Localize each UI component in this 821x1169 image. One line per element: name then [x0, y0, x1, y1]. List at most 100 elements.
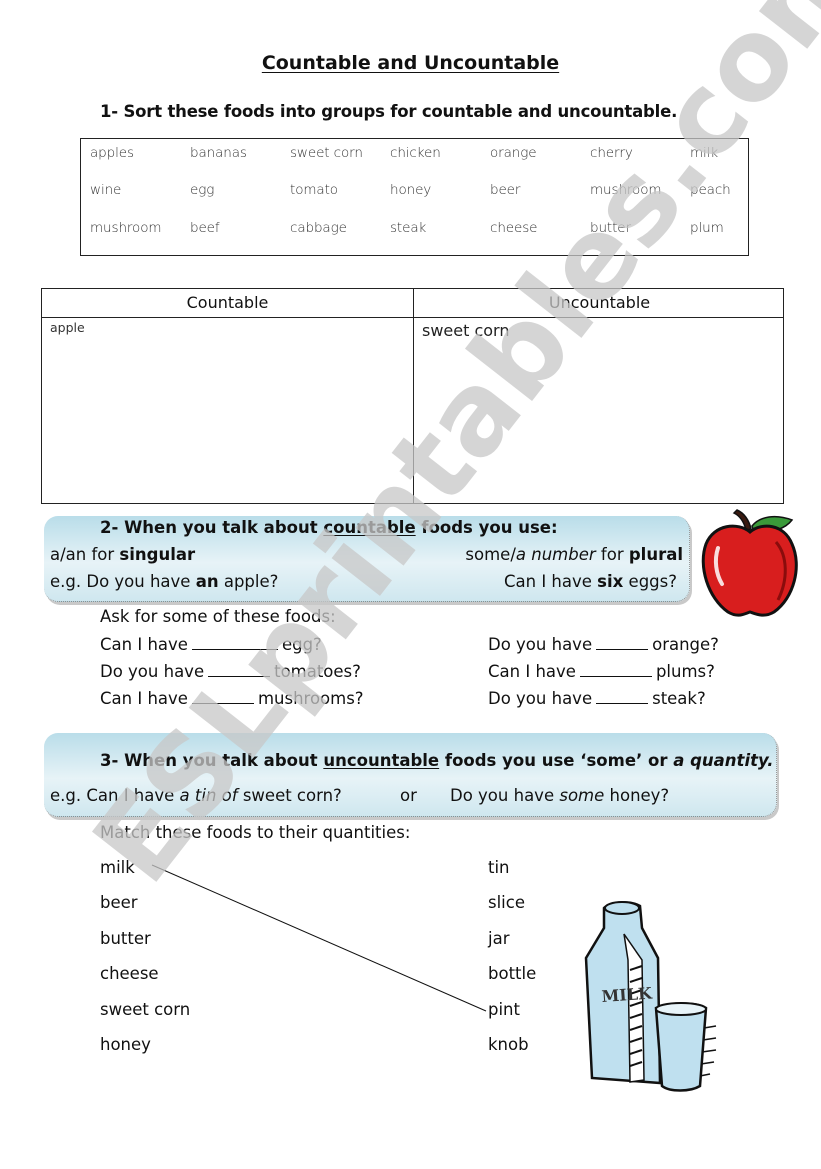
example-keyword: six	[597, 572, 624, 591]
exercise-prompt: Ask for some of these foods:	[100, 607, 336, 626]
exercise-text: Do you have	[100, 662, 205, 681]
rule-italic: a number	[515, 545, 596, 564]
plural-example: Can I have six eggs?	[504, 572, 677, 591]
answer-blank[interactable]	[208, 663, 271, 677]
answer-blank[interactable]	[579, 663, 652, 677]
exercise-text: Can I have	[100, 689, 188, 708]
word-bank-item: wine	[90, 182, 122, 198]
word-bank-item: sweet corn	[290, 145, 363, 161]
uncountable-example-2: Do you have some honey?	[450, 786, 669, 805]
word-bank-row: wine egg tomato honey beer mushroom peac…	[81, 182, 748, 202]
table-divider	[42, 317, 783, 318]
example-text: eggs?	[623, 572, 677, 591]
apple-icon	[700, 508, 800, 620]
word-bank-item: cabbage	[290, 220, 347, 236]
word-bank-item: chicken	[390, 145, 441, 161]
word-bank-item: orange	[490, 145, 537, 161]
section3-heading: 3- When you talk about uncountable foods…	[100, 751, 774, 770]
page-title: Countable and Uncountable	[0, 52, 821, 74]
answer-blank[interactable]	[596, 690, 649, 704]
heading-italic: a quantity.	[673, 751, 774, 770]
match-food-item[interactable]: sweet corn	[100, 1000, 190, 1019]
countable-answer-cell[interactable]: apple	[50, 320, 85, 335]
word-bank-item: bananas	[190, 145, 247, 161]
exercise-text: Do you have	[488, 635, 593, 654]
exercise-item: Do you have orange?	[488, 635, 719, 654]
match-quantity-item[interactable]: bottle	[488, 964, 536, 983]
word-bank-item: apples	[90, 145, 134, 161]
countable-rule-callout: 2- When you talk about countable foods y…	[44, 516, 690, 602]
word-bank-item: butter	[590, 220, 631, 236]
example-text: sweet corn?	[237, 786, 342, 805]
uncountable-example-1: e.g. Can I have a tin of sweet corn?	[50, 786, 342, 805]
answer-blank[interactable]	[596, 636, 649, 650]
example-text: honey?	[604, 786, 670, 805]
match-food-item[interactable]: butter	[100, 929, 151, 948]
example-text: apple?	[218, 572, 279, 591]
word-bank-item: tomato	[290, 182, 338, 198]
word-bank-item: beer	[490, 182, 521, 198]
exercise-text: Do you have	[488, 689, 593, 708]
word-bank-item: cherry	[590, 145, 633, 161]
heading-text: 2- When you talk about	[100, 518, 324, 537]
heading-text: foods you use ‘some’ or	[439, 751, 674, 770]
match-food-item[interactable]: milk	[100, 858, 135, 877]
exercise-item: Can I have mushrooms?	[100, 689, 364, 708]
uncountable-rule-callout: 3- When you talk about uncountable foods…	[44, 733, 777, 817]
heading-keyword: uncountable	[323, 751, 440, 770]
exercise-text: orange?	[652, 635, 719, 654]
exercise-text: Can I have	[100, 635, 188, 654]
svg-text:MILK: MILK	[601, 983, 654, 1006]
word-bank-item: plum	[690, 220, 724, 236]
uncountable-answer-cell[interactable]: sweet corn	[422, 321, 510, 340]
answer-blank[interactable]	[191, 636, 278, 650]
page-title-text: Countable and Uncountable	[261, 52, 560, 74]
heading-keyword: countable	[323, 518, 416, 537]
match-line	[151, 864, 487, 1012]
example-text: e.g. Can I have	[50, 786, 180, 805]
match-quantity-item[interactable]: pint	[488, 1000, 520, 1019]
table-divider	[413, 289, 414, 503]
match-food-item[interactable]: beer	[100, 893, 138, 912]
rule-keyword: singular	[119, 545, 196, 564]
exercise-item: Can I have egg?	[100, 635, 322, 654]
match-prompt: Match these foods to their quantities:	[100, 823, 411, 842]
word-bank-box: apples bananas sweet corn chicken orange…	[80, 138, 749, 256]
heading-text: foods you use:	[415, 518, 558, 537]
word-bank-item: beef	[190, 220, 220, 236]
rule-text: some/	[465, 545, 516, 564]
exercise-text: Can I have	[488, 662, 576, 681]
match-quantity-item[interactable]: knob	[488, 1035, 529, 1054]
match-quantity-item[interactable]: tin	[488, 858, 510, 877]
plural-rule: some/a number for plural	[465, 545, 683, 564]
match-quantity-item[interactable]: jar	[488, 929, 509, 948]
answer-blank[interactable]	[191, 690, 254, 704]
word-bank-item: steak	[390, 220, 427, 236]
example-italic: a tin of	[179, 786, 238, 805]
match-food-item[interactable]: honey	[100, 1035, 151, 1054]
singular-rule: a/an for singular	[50, 545, 195, 564]
example-or: or	[400, 786, 417, 805]
exercise-text: egg?	[281, 635, 322, 654]
word-bank-item: milk	[690, 145, 719, 161]
rule-keyword: plural	[628, 545, 683, 564]
exercise-text: steak?	[652, 689, 706, 708]
exercise-text: mushrooms?	[257, 689, 364, 708]
exercise-item: Do you have steak?	[488, 689, 706, 708]
word-bank-row: mushroom beef cabbage steak cheese butte…	[81, 220, 748, 240]
exercise-text: tomatoes?	[274, 662, 361, 681]
word-bank-row: apples bananas sweet corn chicken orange…	[81, 145, 748, 165]
example-text: Do you have	[450, 786, 560, 805]
match-food-item[interactable]: cheese	[100, 964, 159, 983]
word-bank-item: egg	[190, 182, 215, 198]
heading-text: 3- When you talk about	[100, 751, 324, 770]
word-bank-item: cheese	[490, 220, 538, 236]
exercise-item: Can I have plums?	[488, 662, 715, 681]
section1-instruction: 1- Sort these foods into groups for coun…	[100, 102, 678, 121]
match-quantity-item[interactable]: slice	[488, 893, 525, 912]
word-bank-item: peach	[690, 182, 731, 198]
word-bank-item: honey	[390, 182, 432, 198]
example-text: e.g. Do you have	[50, 572, 196, 591]
example-italic: some	[559, 786, 605, 805]
rule-text: a/an for	[50, 545, 120, 564]
